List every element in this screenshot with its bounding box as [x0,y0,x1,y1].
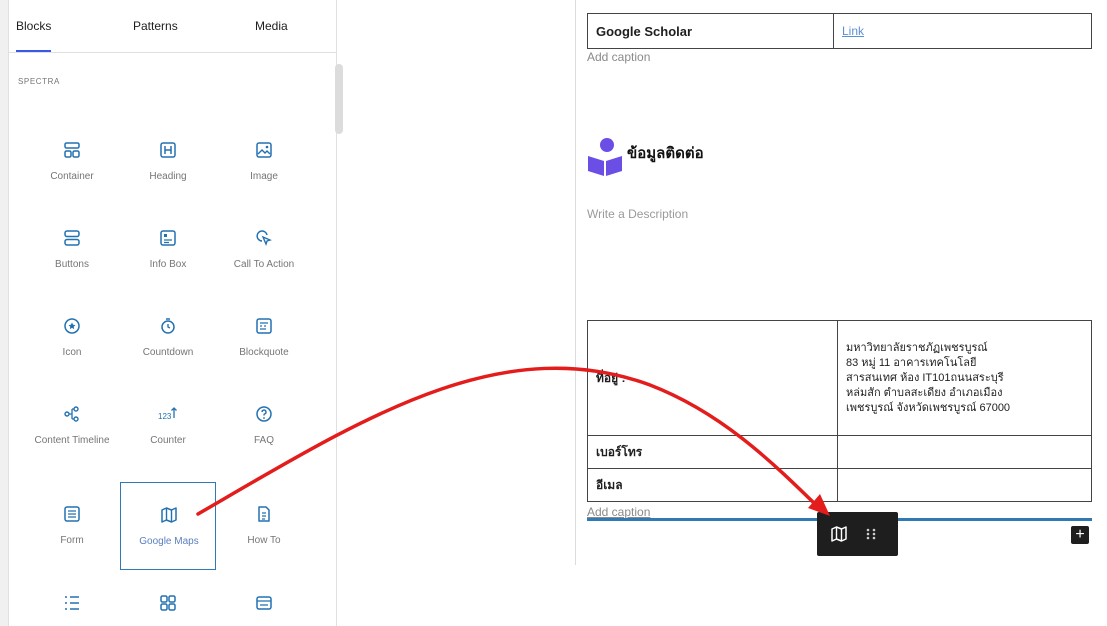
annotation-arrow [196,366,830,516]
